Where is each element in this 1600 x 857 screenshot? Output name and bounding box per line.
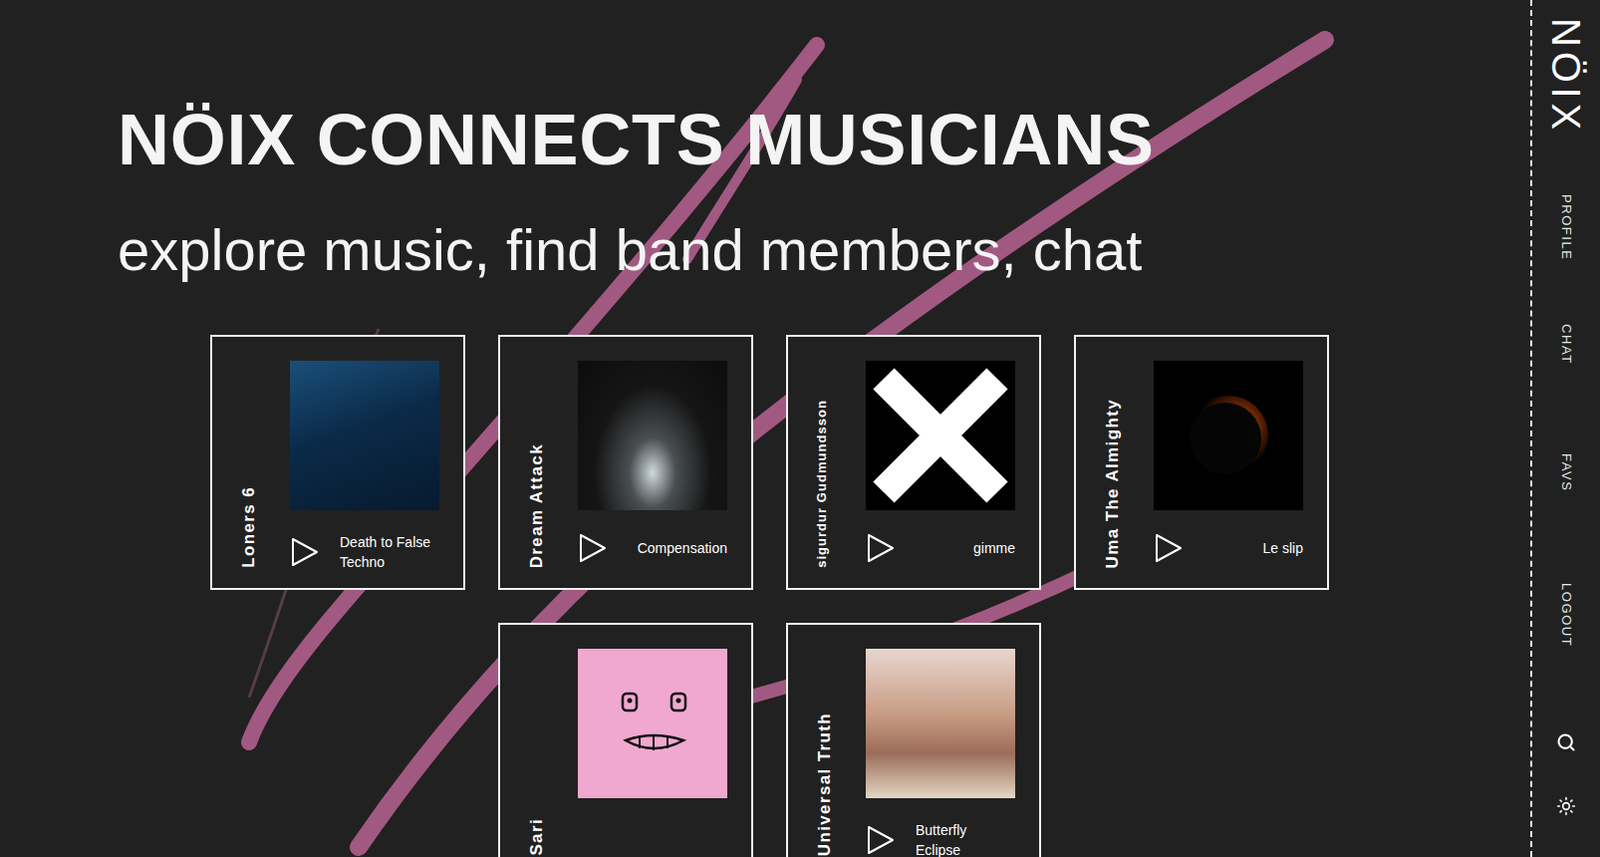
song-title[interactable]: Death to False Techno bbox=[339, 532, 440, 572]
artist-column: Uma The Almighty bbox=[1099, 360, 1150, 568]
album-art bbox=[289, 360, 440, 511]
play-icon[interactable] bbox=[865, 823, 896, 856]
artist-column: Sari bbox=[524, 648, 574, 856]
track-row: gimme bbox=[865, 532, 1016, 564]
music-card[interactable]: Dream Attack Compensation bbox=[498, 334, 754, 590]
theme-toggle-icon[interactable] bbox=[1556, 796, 1577, 816]
track-row: Le slip bbox=[1153, 532, 1304, 564]
main-content: NÖIX CONNECTS MUSICIANS explore music, fi… bbox=[0, 0, 1531, 857]
nav-item[interactable]: LOGOUT bbox=[1556, 582, 1577, 713]
song-title[interactable]: Butterfly Eclipse bbox=[915, 819, 1016, 857]
artist-name: Dream Attack bbox=[524, 443, 550, 568]
sidebar: NÖIXPROFILECHATFAVSLOGOUT bbox=[1530, 0, 1600, 857]
music-card[interactable]: Universal Truth Butterfly Eclipse bbox=[786, 622, 1042, 857]
play-icon[interactable] bbox=[289, 535, 320, 568]
artist-name: Universal Truth bbox=[811, 712, 838, 856]
nav-item[interactable]: FAVS bbox=[1556, 453, 1577, 583]
music-card[interactable]: sigurdur Gudmundsson gimme bbox=[786, 334, 1042, 590]
music-card[interactable]: Sari bbox=[498, 622, 754, 857]
album-art bbox=[865, 360, 1016, 511]
search-icon[interactable] bbox=[1556, 732, 1577, 753]
song-title[interactable]: gimme bbox=[973, 537, 1016, 558]
play-icon[interactable] bbox=[577, 532, 608, 564]
artist-column: sigurdur Gudmundsson bbox=[811, 360, 862, 568]
album-art bbox=[577, 648, 728, 799]
nav-item[interactable]: PROFILE bbox=[1556, 194, 1577, 324]
hero-subtitle: explore music, find band members, chat bbox=[117, 221, 1531, 279]
play-icon[interactable] bbox=[865, 532, 896, 564]
artist-name: Loners 6 bbox=[236, 486, 263, 568]
hero-title: NÖIX CONNECTS MUSICIANS bbox=[117, 103, 1531, 176]
play-icon[interactable] bbox=[1153, 532, 1184, 564]
sidebar-nav: PROFILECHATFAVSLOGOUT bbox=[1556, 194, 1577, 713]
artist-name: Sari bbox=[524, 817, 550, 856]
app: NÖIX CONNECTS MUSICIANS explore music, fi… bbox=[0, 0, 1600, 857]
song-title[interactable]: Le slip bbox=[1263, 537, 1304, 558]
album-art bbox=[865, 648, 1016, 799]
artist-column: Dream Attack bbox=[524, 360, 574, 568]
music-card[interactable]: Uma The Almighty Le slip bbox=[1073, 334, 1330, 590]
album-art bbox=[1153, 360, 1304, 511]
artist-column: Universal Truth bbox=[811, 648, 862, 856]
nav-item[interactable]: CHAT bbox=[1556, 323, 1577, 454]
logo[interactable]: NÖIX bbox=[1546, 17, 1587, 195]
card-grid: Loners 6 Death to False Techno Dream Attac… bbox=[210, 334, 1330, 857]
track-row: Compensation bbox=[577, 532, 728, 564]
album-art bbox=[577, 360, 728, 511]
music-card[interactable]: Loners 6 Death to False Techno bbox=[210, 334, 466, 590]
song-title[interactable]: Compensation bbox=[637, 537, 728, 558]
track-row: Butterfly Eclipse bbox=[865, 819, 1016, 857]
track-row: Death to False Techno bbox=[289, 532, 440, 572]
artist-name: sigurdur Gudmundsson bbox=[811, 399, 832, 568]
artist-column: Loners 6 bbox=[236, 360, 286, 568]
artist-name: Uma The Almighty bbox=[1099, 398, 1126, 568]
